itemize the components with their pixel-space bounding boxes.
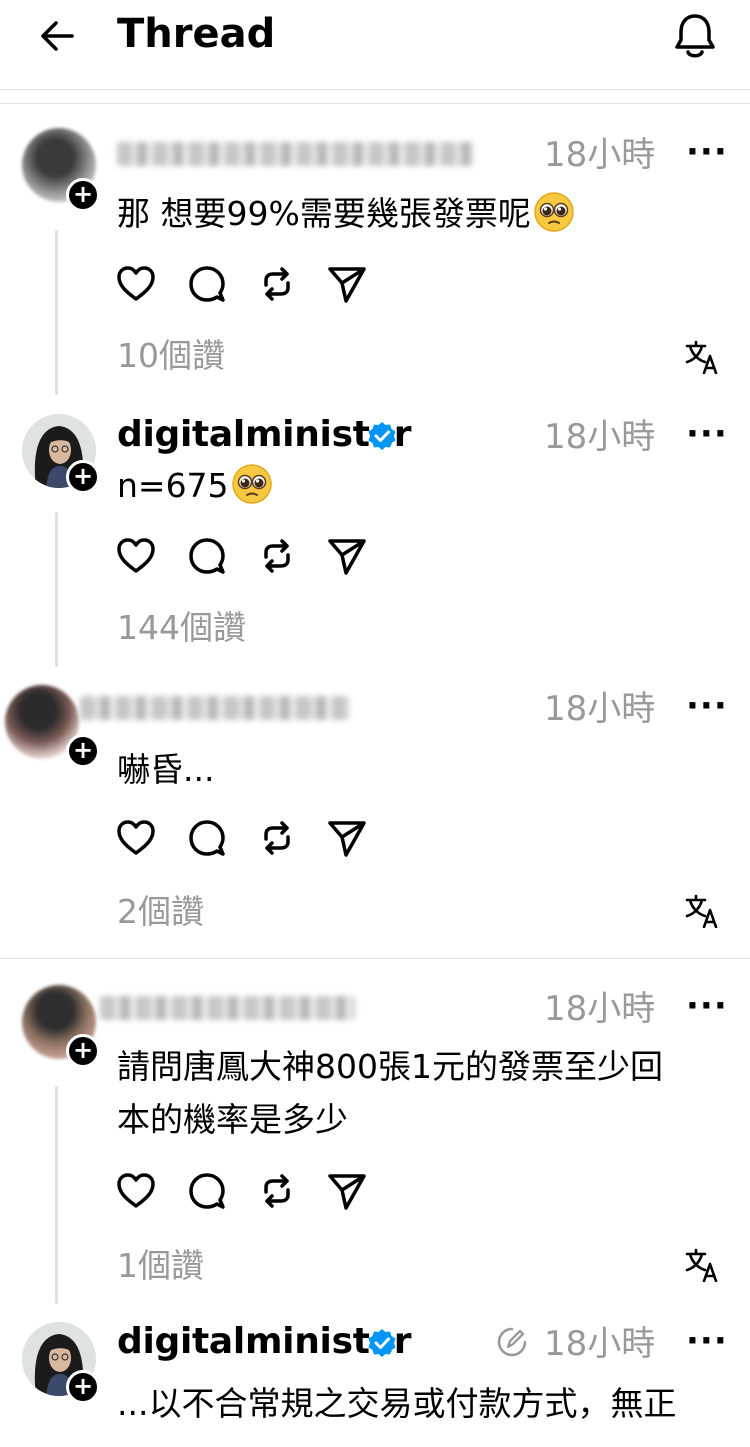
- back-arrow-icon[interactable]: [38, 16, 78, 56]
- username-redacted[interactable]: [117, 142, 474, 166]
- comment-icon[interactable]: [186, 263, 228, 305]
- like-count[interactable]: 10個讚: [117, 334, 225, 378]
- verified-badge-icon: [368, 422, 396, 450]
- post-time: 18小時: [544, 417, 656, 457]
- post-time: 18小時: [544, 1324, 656, 1364]
- post-text: ...以不合常規之交易或付款方式，無正: [117, 1384, 677, 1423]
- follow-plus-icon[interactable]: +: [66, 1370, 100, 1404]
- heart-icon[interactable]: [115, 1170, 157, 1212]
- section-divider: [0, 958, 750, 959]
- post-time: 18小時: [544, 989, 656, 1029]
- more-options-icon[interactable]: ···: [686, 989, 728, 1023]
- thread-line: [55, 1086, 58, 1304]
- post-text: 嚇昏...: [117, 750, 215, 789]
- follow-plus-icon[interactable]: +: [66, 734, 100, 768]
- comment-icon[interactable]: [186, 1170, 228, 1212]
- heart-icon[interactable]: [115, 817, 157, 859]
- follow-plus-icon[interactable]: +: [66, 178, 100, 212]
- comment-icon[interactable]: [186, 817, 228, 859]
- post-text: n=675: [117, 460, 273, 512]
- header-divider: [0, 89, 750, 90]
- translate-icon[interactable]: [685, 1248, 719, 1282]
- repost-icon[interactable]: [256, 535, 298, 577]
- repost-icon[interactable]: [256, 263, 298, 305]
- verified-badge-icon: [368, 1329, 396, 1357]
- heart-icon[interactable]: [115, 263, 157, 305]
- repost-icon[interactable]: [256, 1170, 298, 1212]
- post-text-line-1: 請問唐鳳大神800張1元的發票至少回: [117, 1047, 663, 1086]
- pleading-face-emoji-icon: [231, 464, 272, 504]
- more-options-icon[interactable]: ···: [686, 689, 728, 723]
- more-options-icon[interactable]: ···: [686, 135, 728, 169]
- translate-icon[interactable]: [685, 340, 719, 374]
- username-redacted[interactable]: [80, 696, 350, 720]
- section-divider: [0, 103, 750, 104]
- repost-icon[interactable]: [256, 817, 298, 859]
- share-icon[interactable]: [326, 263, 368, 305]
- app-header: Thread: [0, 0, 750, 88]
- share-icon[interactable]: [326, 817, 368, 859]
- like-count[interactable]: 2個讚: [117, 890, 204, 934]
- pleading-face-emoji-icon: [534, 192, 574, 232]
- comment-icon[interactable]: [186, 535, 228, 577]
- like-count[interactable]: 1個讚: [117, 1244, 204, 1288]
- post-text-line-2: 本的機率是多少: [117, 1100, 348, 1139]
- page-title: Thread: [117, 11, 276, 57]
- more-options-icon[interactable]: ···: [686, 417, 728, 451]
- bell-icon[interactable]: [672, 10, 718, 60]
- follow-plus-icon[interactable]: +: [66, 460, 100, 494]
- edited-icon[interactable]: [496, 1326, 528, 1358]
- follow-plus-icon[interactable]: +: [66, 1034, 100, 1068]
- heart-icon[interactable]: [115, 535, 157, 577]
- share-icon[interactable]: [326, 1170, 368, 1212]
- thread-line: [55, 230, 58, 395]
- post-text: 那 想要99%需要幾張發票呢: [117, 188, 575, 240]
- translate-icon[interactable]: [685, 894, 719, 928]
- like-count[interactable]: 144個讚: [117, 606, 246, 650]
- post-time: 18小時: [544, 135, 656, 175]
- username-redacted[interactable]: [100, 996, 355, 1020]
- more-options-icon[interactable]: ···: [686, 1324, 728, 1358]
- share-icon[interactable]: [326, 535, 368, 577]
- thread-line: [55, 512, 58, 667]
- post-time: 18小時: [544, 689, 656, 729]
